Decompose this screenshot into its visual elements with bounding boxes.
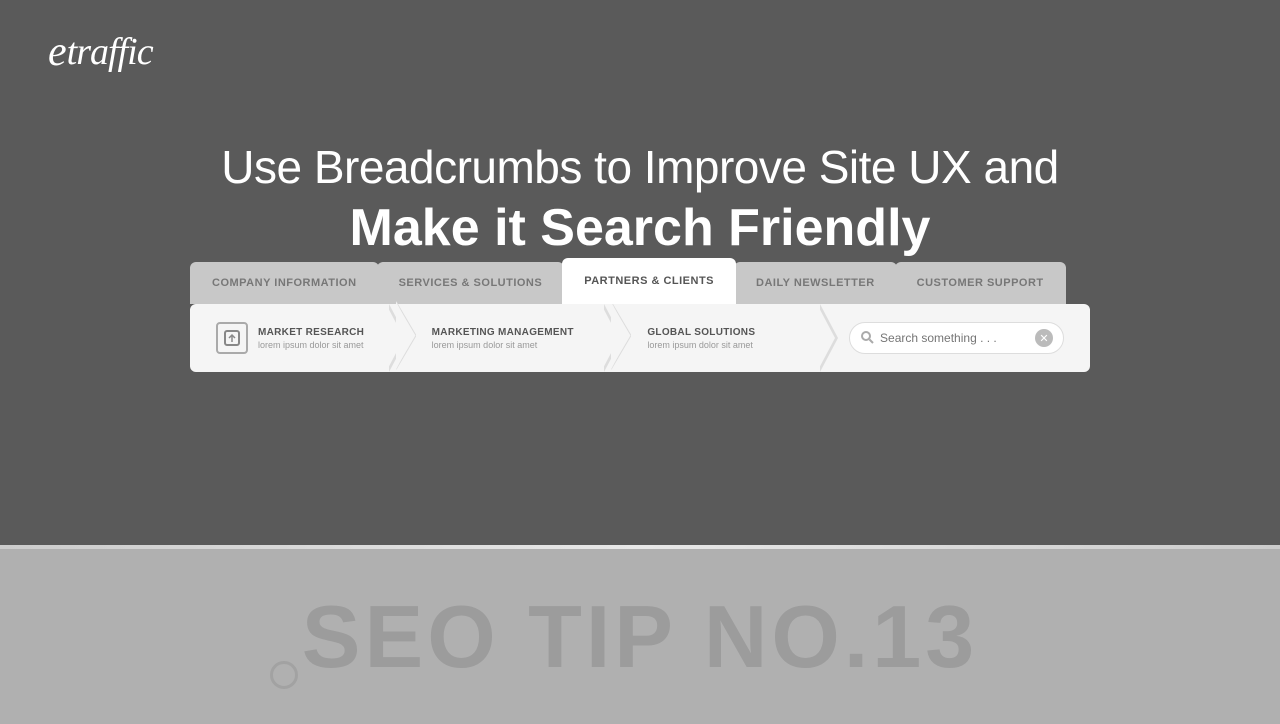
logo-e: e bbox=[48, 28, 67, 76]
search-clear-button[interactable]: ✕ bbox=[1035, 329, 1053, 347]
logo-area: e traffic bbox=[48, 28, 151, 76]
bullet-decorator bbox=[270, 661, 298, 689]
main-heading: Use Breadcrumbs to Improve Site UX and M… bbox=[221, 140, 1058, 258]
search-area: ✕ bbox=[835, 322, 1078, 354]
search-box: ✕ bbox=[849, 322, 1064, 354]
search-input[interactable] bbox=[880, 331, 1035, 345]
tab-company-information[interactable]: COMPANY INFORMATION bbox=[190, 262, 379, 304]
logo: e traffic bbox=[48, 28, 151, 76]
top-section: e traffic Use Breadcrumbs to Improve Sit… bbox=[0, 0, 1280, 545]
bottom-section: SEO TIP NO.13 bbox=[0, 549, 1280, 724]
breadcrumb-global-solutions[interactable]: GLOBAL SOLUTIONS lorem ipsum dolor sit a… bbox=[619, 327, 835, 350]
tab-daily-newsletter[interactable]: DAILY NEWSLETTER bbox=[734, 262, 897, 304]
logo-traffic: traffic bbox=[67, 30, 151, 74]
tab-services-solutions[interactable]: SERVICES & SOLUTIONS bbox=[377, 262, 565, 304]
global-solutions-text: GLOBAL SOLUTIONS lorem ipsum dolor sit a… bbox=[647, 327, 755, 350]
nav-wrapper: COMPANY INFORMATION SERVICES & SOLUTIONS… bbox=[180, 258, 1100, 372]
tabs-row: COMPANY INFORMATION SERVICES & SOLUTIONS… bbox=[180, 258, 1100, 304]
tab-customer-support[interactable]: CUSTOMER SUPPORT bbox=[895, 262, 1066, 304]
breadcrumb-marketing-management[interactable]: MARKETING MANAGEMENT lorem ipsum dolor s… bbox=[404, 327, 620, 350]
seo-tip-text: SEO TIP NO.13 bbox=[302, 586, 978, 688]
market-research-icon bbox=[216, 322, 248, 354]
heading-line1: Use Breadcrumbs to Improve Site UX and bbox=[221, 140, 1058, 194]
marketing-management-text: MARKETING MANAGEMENT lorem ipsum dolor s… bbox=[432, 327, 574, 350]
breadcrumb-row: MARKET RESEARCH lorem ipsum dolor sit am… bbox=[190, 304, 1090, 372]
breadcrumb-market-research[interactable]: MARKET RESEARCH lorem ipsum dolor sit am… bbox=[202, 322, 404, 354]
search-icon bbox=[860, 330, 874, 347]
heading-line2: Make it Search Friendly bbox=[221, 198, 1058, 258]
tab-partners-clients[interactable]: PARTNERS & CLIENTS bbox=[562, 258, 736, 304]
market-research-text: MARKET RESEARCH lorem ipsum dolor sit am… bbox=[258, 327, 364, 350]
